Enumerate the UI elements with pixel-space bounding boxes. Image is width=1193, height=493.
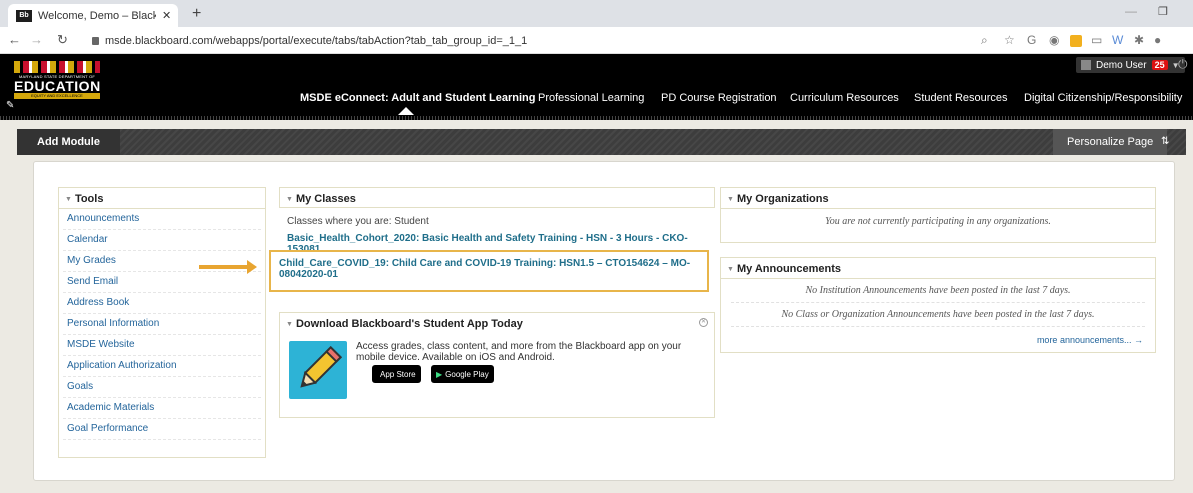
- google-play-icon: ▶: [436, 369, 443, 379]
- my-announcements-header[interactable]: ▼ My Announcements: [721, 258, 1155, 279]
- nav-tab-professional-learning[interactable]: Professional Learning: [538, 92, 644, 106]
- lock-icon: [92, 37, 99, 46]
- nav-tab-digital-citizenship[interactable]: Digital Citizenship/Responsibility: [1024, 92, 1182, 106]
- reload-icon[interactable]: ↻: [57, 32, 68, 48]
- url-text: msde.blackboard.com/webapps/portal/execu…: [105, 35, 528, 47]
- personalize-page-button[interactable]: Personalize Page: [1053, 129, 1168, 155]
- extension-screen-icon[interactable]: ▭: [1091, 33, 1102, 47]
- student-app-header[interactable]: ▼ Download Blackboard's Student App Today: [280, 313, 714, 334]
- my-organizations-module: ▼ My Organizations You are not currently …: [720, 187, 1156, 243]
- nav-tab-student-resources[interactable]: Student Resources: [914, 92, 1008, 106]
- collapse-triangle-icon: ▼: [286, 321, 293, 328]
- blackboard-favicon-icon: Bb: [16, 9, 32, 22]
- new-tab-button[interactable]: +: [192, 5, 201, 23]
- reorder-icon[interactable]: ⇅: [1161, 136, 1169, 147]
- url-field[interactable]: msde.blackboard.com/webapps/portal/execu…: [92, 35, 527, 47]
- highlight-box: Child_Care_COVID_19: Child Care and COVI…: [269, 250, 709, 292]
- logout-power-icon[interactable]: ⏻: [1178, 57, 1188, 72]
- my-classes-header[interactable]: ▼ My Classes: [279, 187, 715, 208]
- classes-role-text: Classes where you are: Student: [287, 216, 429, 227]
- class-link-child-care-covid[interactable]: Child_Care_COVID_19: Child Care and COVI…: [279, 258, 699, 280]
- class-announcements-message: No Class or Organization Announcements h…: [731, 303, 1145, 327]
- tools-link-address-book[interactable]: Address Book: [63, 293, 261, 314]
- student-app-title: Download Blackboard's Student App Today: [295, 318, 523, 330]
- bookmark-star-icon[interactable]: ☆: [1004, 33, 1015, 47]
- maximize-button[interactable]: ❐: [1158, 5, 1168, 18]
- tab-close-icon[interactable]: ✕: [162, 9, 171, 22]
- google-play-badge[interactable]: ▶ Google Play: [431, 365, 494, 383]
- forward-arrow-icon[interactable]: →: [30, 32, 43, 47]
- google-play-label: Google Play: [445, 369, 489, 379]
- tools-link-calendar[interactable]: Calendar: [63, 230, 261, 251]
- app-store-label: App Store: [380, 369, 416, 379]
- my-organizations-title: My Organizations: [736, 193, 829, 205]
- close-icon[interactable]: ✕: [699, 318, 708, 327]
- collapse-triangle-icon: ▼: [286, 196, 293, 203]
- app-store-badge[interactable]: App Store: [372, 365, 421, 383]
- student-app-module: ▼ Download Blackboard's Student App Today…: [279, 312, 715, 418]
- my-announcements-title: My Announcements: [736, 263, 842, 275]
- modules-container: ▼ Tools Announcements Calendar My Grades …: [33, 161, 1175, 481]
- user-avatar-icon: [1081, 60, 1091, 70]
- institution-announcements-message: No Institution Announcements have been p…: [731, 279, 1145, 303]
- collapse-triangle-icon: ▼: [727, 196, 734, 203]
- nav-tab-curriculum-resources[interactable]: Curriculum Resources: [790, 92, 899, 106]
- back-arrow-icon[interactable]: ←: [8, 32, 21, 47]
- my-announcements-module: ▼ My Announcements No Institution Announc…: [720, 257, 1156, 353]
- my-organizations-header[interactable]: ▼ My Organizations: [721, 188, 1155, 209]
- module-toolbar: Add Module Personalize Page ⇅: [17, 129, 1186, 155]
- msde-logo[interactable]: MARYLAND STATE DEPARTMENT OF EDUCATION E…: [14, 61, 100, 113]
- organizations-empty-message: You are not currently participating in a…: [825, 216, 1051, 227]
- maryland-flag-icon: [14, 61, 100, 73]
- edit-pencil-icon[interactable]: ✎: [6, 100, 14, 111]
- tools-module: ▼ Tools Announcements Calendar My Grades …: [58, 187, 266, 458]
- my-classes-title: My Classes: [295, 193, 356, 205]
- extension-circle-icon[interactable]: ◉: [1049, 33, 1059, 47]
- tools-link-academic-materials[interactable]: Academic Materials: [63, 398, 261, 419]
- blackboard-app-pencil-icon: [289, 341, 347, 399]
- address-bar: ← → ↻ msde.blackboard.com/webapps/portal…: [0, 27, 1193, 54]
- user-menu[interactable]: Demo User 25 ▼: [1076, 57, 1185, 73]
- nav-tab-econnect[interactable]: MSDE eConnect: Adult and Student Learnin…: [300, 92, 535, 106]
- tools-link-msde-website[interactable]: MSDE Website: [63, 335, 261, 356]
- tab-title: Welcome, Demo – Blackboard Le: [38, 9, 156, 22]
- tools-link-personal-information[interactable]: Personal Information: [63, 314, 261, 335]
- site-header: MARYLAND STATE DEPARTMENT OF EDUCATION E…: [0, 54, 1193, 120]
- pointer-arrow-icon: [199, 260, 257, 274]
- nav-tab-pd-course-registration[interactable]: PD Course Registration: [661, 92, 777, 106]
- browser-tab-bar: Bb Welcome, Demo – Blackboard Le ✕ + — ❐: [0, 0, 1193, 27]
- grammarly-extension-icon[interactable]: G: [1027, 33, 1036, 47]
- tools-link-announcements[interactable]: Announcements: [63, 209, 261, 230]
- zoom-icon[interactable]: ⌕: [981, 33, 988, 48]
- module-area: Add Module Personalize Page ⇅ ▼ Tools Ann…: [0, 120, 1193, 493]
- add-module-button[interactable]: Add Module: [17, 129, 120, 155]
- active-tab-pointer: [398, 107, 414, 115]
- tools-link-goal-performance[interactable]: Goal Performance: [63, 419, 261, 440]
- tools-link-send-email[interactable]: Send Email: [63, 272, 261, 293]
- tools-title: Tools: [74, 193, 104, 205]
- profile-avatar-icon[interactable]: ●: [1154, 33, 1161, 47]
- extension-yellow-icon[interactable]: [1070, 35, 1082, 47]
- minimize-button[interactable]: —: [1125, 4, 1137, 18]
- notification-badge: 25: [1151, 60, 1168, 70]
- logo-title: EDUCATION: [14, 78, 101, 94]
- extensions-puzzle-icon[interactable]: ✱: [1134, 33, 1144, 47]
- more-announcements-link[interactable]: more announcements... →: [1037, 335, 1143, 345]
- tools-link-application-authorization[interactable]: Application Authorization: [63, 356, 261, 377]
- collapse-triangle-icon: ▼: [727, 266, 734, 273]
- tools-list: Announcements Calendar My Grades Send Em…: [59, 209, 265, 440]
- student-app-description: Access grades, class content, and more f…: [356, 341, 682, 363]
- tools-header[interactable]: ▼ Tools: [59, 188, 265, 209]
- my-classes-module: ▼ My Classes Classes where you are: Stude…: [269, 187, 715, 300]
- extension-w-icon[interactable]: W: [1112, 33, 1123, 47]
- collapse-triangle-icon: ▼: [65, 196, 72, 203]
- user-name: Demo User: [1096, 59, 1147, 71]
- browser-tab[interactable]: Bb Welcome, Demo – Blackboard Le ✕: [8, 4, 178, 27]
- tools-link-goals[interactable]: Goals: [63, 377, 261, 398]
